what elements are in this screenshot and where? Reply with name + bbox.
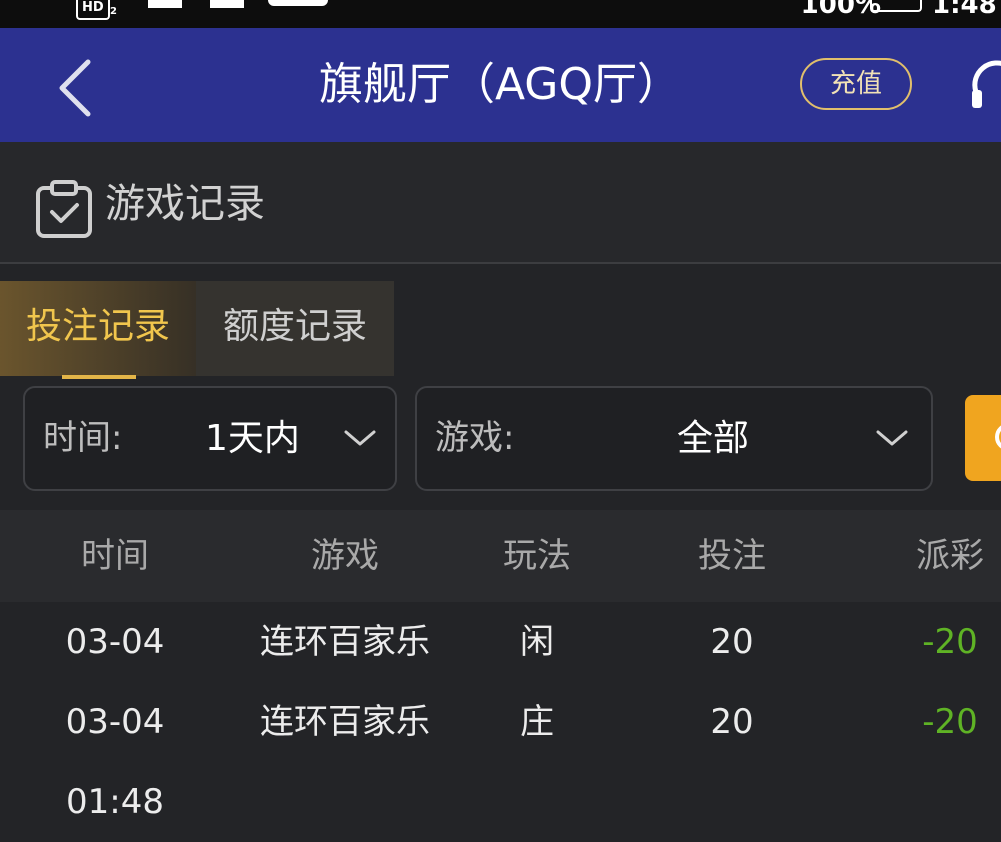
cell-bet: 20 <box>710 622 754 662</box>
column-header-play: 玩法 <box>503 536 571 576</box>
search-icon <box>995 425 1001 449</box>
table-header: 时间 游戏 玩法 投注 派彩 <box>0 510 1001 602</box>
column-header-payout: 派彩 <box>916 536 984 576</box>
cell-time: 03-04 01:48 <box>65 702 165 822</box>
back-button[interactable] <box>52 58 102 118</box>
customer-service-button[interactable] <box>968 56 1001 116</box>
section-header: 游戏记录 <box>0 142 1001 264</box>
tab-bet-records[interactable]: 投注记录 <box>0 281 196 376</box>
top-nav-bar: 旗舰厅（AGQ厅） 充值 <box>0 28 1001 142</box>
cell-bet: 20 <box>710 702 754 742</box>
column-header-game: 游戏 <box>311 536 379 576</box>
game-filter-label: 游戏: <box>435 418 515 458</box>
battery-icon <box>870 0 922 12</box>
recharge-button[interactable]: 充值 <box>800 58 912 110</box>
status-bar: HD 2 100% 1:48 <box>0 0 1001 28</box>
status-clock: 1:48 <box>932 0 997 20</box>
column-header-bet: 投注 <box>698 536 766 576</box>
chevron-down-icon <box>344 430 376 446</box>
game-filter-select[interactable]: 游戏: 全部 <box>415 386 933 491</box>
cell-game: 连环百家乐 <box>260 702 430 742</box>
clipboard-check-icon <box>36 180 92 238</box>
time-filter-value: 1天内 <box>205 418 300 459</box>
signal-icon <box>210 0 244 8</box>
section-title: 游戏记录 <box>105 181 265 227</box>
cell-play: 庄 <box>520 702 554 742</box>
active-tab-indicator <box>62 375 136 379</box>
table-row[interactable]: 03-04 01:48 连环百家乐 闲 20 -20 <box>0 602 1001 742</box>
battery-percent: 100% <box>800 0 881 20</box>
table-row[interactable]: 03-04 01:48 连环百家乐 庄 20 -20 <box>0 682 1001 822</box>
game-filter-value: 全部 <box>677 418 750 459</box>
cell-game: 连环百家乐 <box>260 622 430 662</box>
cell-payout: -20 <box>922 702 978 742</box>
chevron-left-icon <box>59 59 91 117</box>
hd-indicator: HD <box>76 0 110 20</box>
cell-payout: -20 <box>922 622 978 662</box>
signal-icon <box>148 0 182 8</box>
tab-credit-records[interactable]: 额度记录 <box>196 281 394 376</box>
column-header-time: 时间 <box>81 536 149 576</box>
time-filter-label: 时间: <box>43 418 123 458</box>
time-filter-select[interactable]: 时间: 1天内 <box>23 386 397 491</box>
wifi-icon <box>268 0 328 6</box>
hd-indicator-sub: 2 <box>110 6 117 17</box>
chevron-down-icon <box>876 430 908 446</box>
search-button[interactable] <box>965 395 1001 481</box>
cell-play: 闲 <box>520 622 554 662</box>
page-title: 旗舰厅（AGQ厅） <box>318 59 682 110</box>
headset-icon <box>972 60 1001 108</box>
